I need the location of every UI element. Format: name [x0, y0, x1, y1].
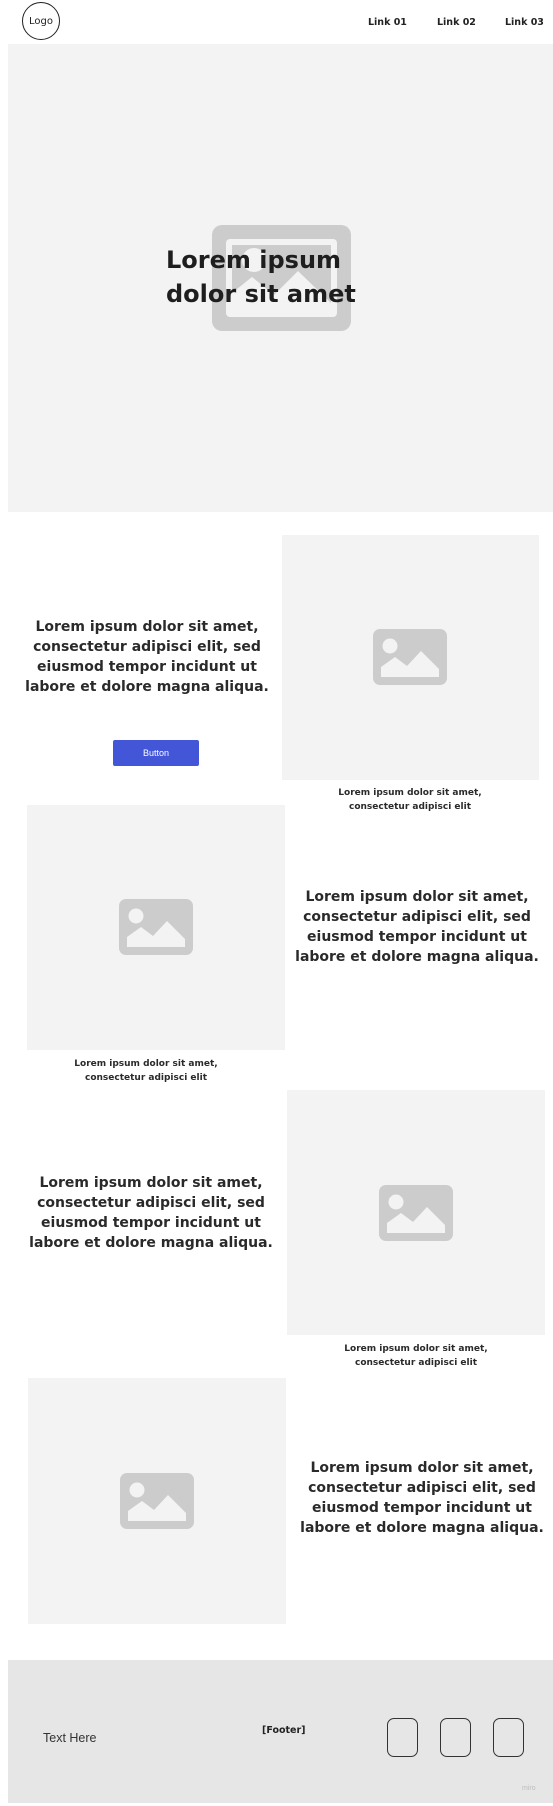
image-placeholder-icon [373, 629, 447, 685]
nav-link-01[interactable]: Link 01 [368, 17, 407, 28]
hero-title: Lorem ipsum dolor sit amet [166, 246, 356, 308]
miro-watermark: miro [522, 1785, 536, 1792]
image-placeholder-icon [120, 1473, 194, 1529]
section-1-text: Lorem ipsum dolor sit amet, consectetur … [25, 619, 269, 695]
logo-label: Logo [29, 15, 53, 27]
section-4-text: Lorem ipsum dolor sit amet, consectetur … [300, 1460, 544, 1536]
logo[interactable]: Logo [22, 2, 60, 40]
social-icon-3[interactable] [493, 1718, 524, 1757]
section-2-text: Lorem ipsum dolor sit amet, consectetur … [295, 889, 539, 965]
section-3-text: Lorem ipsum dolor sit amet, consectetur … [29, 1175, 273, 1251]
section-3-caption: Lorem ipsum dolor sit amet, consectetur … [344, 1344, 488, 1368]
image-placeholder-icon [379, 1185, 453, 1241]
footer-text: Text Here [43, 1731, 97, 1745]
social-icon-2[interactable] [440, 1718, 471, 1757]
section-1-caption: Lorem ipsum dolor sit amet, consectetur … [338, 788, 482, 812]
primary-button[interactable]: Button [113, 740, 199, 766]
image-placeholder-icon [119, 899, 193, 955]
footer-label: [Footer] [262, 1725, 306, 1736]
nav-link-03[interactable]: Link 03 [505, 17, 544, 28]
social-icon-1[interactable] [387, 1718, 418, 1757]
nav-link-02[interactable]: Link 02 [437, 17, 476, 28]
section-2-caption: Lorem ipsum dolor sit amet, consectetur … [74, 1059, 218, 1083]
